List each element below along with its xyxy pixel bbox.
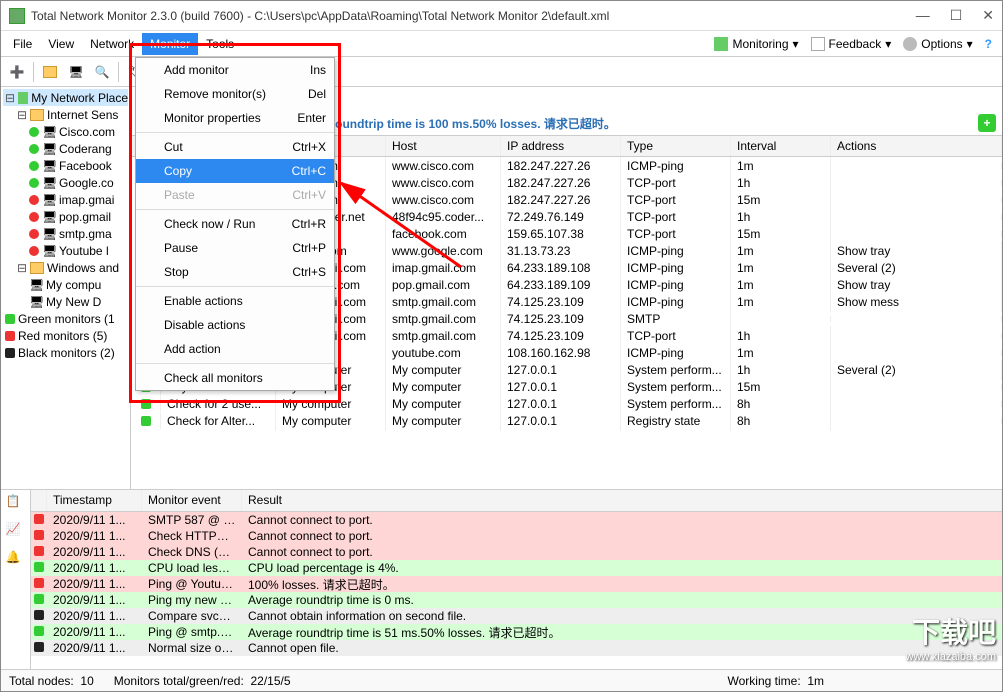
add-device-button[interactable]: ➕: [5, 60, 29, 84]
tree-item[interactable]: 🖥 My New D: [3, 293, 128, 310]
dropdown-item[interactable]: StopCtrl+S: [136, 260, 334, 284]
watermark: 下载吧 www.xiazaiba.com: [906, 611, 996, 663]
dropdown-item[interactable]: CutCtrl+X: [136, 135, 334, 159]
dropdown-item[interactable]: Add action: [136, 337, 334, 361]
dropdown-item[interactable]: Remove monitor(s)Del: [136, 82, 334, 106]
options-menu[interactable]: Options ▾: [897, 33, 978, 55]
log-row[interactable]: 2020/9/11 1...SMTP 587 @ sm...Cannot con…: [31, 512, 1002, 528]
table-row[interactable]: Check for Alter...My computerMy computer…: [131, 412, 1002, 429]
tree-item[interactable]: Red monitors (5): [3, 327, 128, 344]
menu-view[interactable]: View: [40, 33, 82, 55]
column-header[interactable]: Type: [621, 136, 731, 156]
log-column-header[interactable]: Result: [242, 490, 1002, 511]
tree-item[interactable]: 🖥 Cisco.com: [3, 123, 128, 140]
log-row[interactable]: 2020/9/11 1...Check DNS (53)...Cannot co…: [31, 544, 1002, 560]
log-column-header[interactable]: [31, 490, 47, 511]
column-header[interactable]: Host: [386, 136, 501, 156]
maximize-button[interactable]: ☐: [950, 7, 963, 24]
device-button[interactable]: 🖥: [64, 60, 88, 84]
table-row[interactable]: Check for 2 use...My computerMy computer…: [131, 395, 1002, 412]
titlebar: Total Network Monitor 2.3.0 (build 7600)…: [1, 1, 1002, 31]
tree-item[interactable]: 🖥 Youtube l: [3, 242, 128, 259]
tree-item[interactable]: 🖥 imap.gmai: [3, 191, 128, 208]
dropdown-item[interactable]: Monitor propertiesEnter: [136, 106, 334, 130]
tree-item[interactable]: Black monitors (2): [3, 344, 128, 361]
window-title: Total Network Monitor 2.3.0 (build 7600)…: [31, 9, 916, 23]
log-row[interactable]: 2020/9/11 1...Ping my new de...Average r…: [31, 592, 1002, 608]
envelope-icon: [811, 37, 825, 51]
tree-item[interactable]: 🖥 My compu: [3, 276, 128, 293]
device-tree[interactable]: ⊟ My Network Place⊟ Internet Sens🖥 Cisco…: [1, 87, 131, 489]
menu-monitor[interactable]: Monitor: [142, 33, 198, 55]
dropdown-item[interactable]: Check all monitors: [136, 366, 334, 390]
monitoring-icon: [714, 37, 728, 51]
help-button[interactable]: ?: [979, 33, 998, 55]
gear-icon: [903, 37, 917, 51]
feedback-menu[interactable]: Feedback ▾: [805, 33, 898, 55]
log-row[interactable]: 2020/9/11 1...Normal size of t...Cannot …: [31, 640, 1002, 656]
tree-item[interactable]: 🖥 pop.gmail: [3, 208, 128, 225]
menu-network[interactable]: Network: [82, 33, 142, 55]
log-tab-copy-icon[interactable]: 📋: [6, 494, 26, 514]
monitoring-menu[interactable]: Monitoring ▾: [708, 33, 804, 55]
menubar: File View Network Monitor Tools Monitori…: [1, 31, 1002, 57]
dropdown-item[interactable]: PauseCtrl+P: [136, 236, 334, 260]
minimize-button[interactable]: —: [916, 7, 930, 24]
folder-button[interactable]: [38, 60, 62, 84]
dropdown-item[interactable]: CopyCtrl+C: [136, 159, 334, 183]
menu-tools[interactable]: Tools: [198, 33, 242, 55]
dropdown-item[interactable]: Enable actions: [136, 289, 334, 313]
column-header[interactable]: Interval: [731, 136, 831, 156]
tree-item[interactable]: 🖥 Coderang: [3, 140, 128, 157]
log-tab-bell-icon[interactable]: 🔔: [6, 550, 26, 570]
statusbar: Total nodes: 10 Monitors total/green/red…: [1, 669, 1002, 691]
tree-item[interactable]: 🖥 Google.co: [3, 174, 128, 191]
close-button[interactable]: ✕: [982, 7, 994, 24]
monitor-dropdown: Add monitorInsRemove monitor(s)DelMonito…: [135, 57, 335, 391]
column-header[interactable]: IP address: [501, 136, 621, 156]
log-row[interactable]: 2020/9/11 1...Ping @ smtp.g...Average ro…: [31, 624, 1002, 640]
column-header[interactable]: Actions: [831, 136, 1002, 156]
tree-item[interactable]: ⊟ My Network Place: [3, 89, 128, 106]
log-tab-chart-icon[interactable]: 📈: [6, 522, 26, 542]
log-row[interactable]: 2020/9/11 1...Check HTTPS (4...Cannot co…: [31, 528, 1002, 544]
menu-file[interactable]: File: [5, 33, 40, 55]
tree-item[interactable]: ⊟ Windows and: [3, 259, 128, 276]
tree-item[interactable]: ⊟ Internet Sens: [3, 106, 128, 123]
log-column-header[interactable]: Timestamp: [47, 490, 142, 511]
tree-item[interactable]: 🖥 smtp.gma: [3, 225, 128, 242]
search-button[interactable]: 🔍: [90, 60, 114, 84]
tree-item[interactable]: Green monitors (1: [3, 310, 128, 327]
app-icon: [9, 8, 25, 24]
tree-item[interactable]: 🖥 Facebook: [3, 157, 128, 174]
dropdown-item[interactable]: Check now / RunCtrl+R: [136, 212, 334, 236]
dropdown-item[interactable]: Add monitorIns: [136, 58, 334, 82]
dropdown-item[interactable]: PasteCtrl+V: [136, 183, 334, 207]
add-monitor-button[interactable]: +: [978, 114, 996, 132]
log-row[interactable]: 2020/9/11 1...Ping @ Youtube...100% loss…: [31, 576, 1002, 592]
dropdown-item[interactable]: Disable actions: [136, 313, 334, 337]
log-column-header[interactable]: Monitor event: [142, 490, 242, 511]
